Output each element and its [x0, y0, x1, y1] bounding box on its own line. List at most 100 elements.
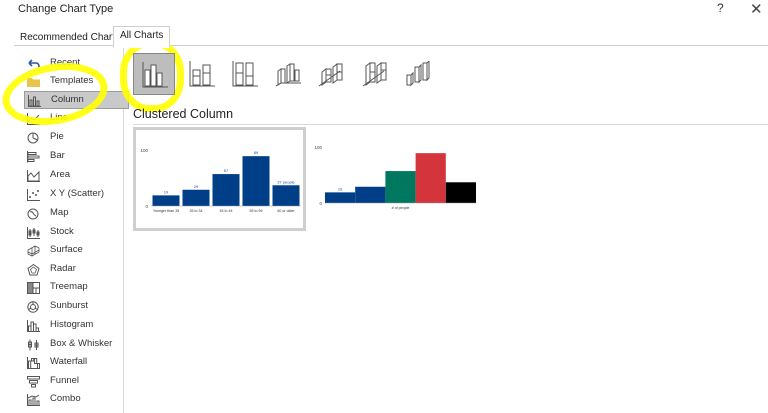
- sidebar-item-funnel[interactable]: Funnel: [24, 373, 129, 391]
- y-tick-label: 0: [145, 204, 148, 209]
- sidebar-item-bar[interactable]: Bar: [24, 148, 129, 166]
- data-label: 29: [194, 184, 199, 189]
- 3d-clustered-column-icon: [275, 63, 301, 87]
- folder-icon: [27, 78, 40, 87]
- sidebar-item-label: Line: [50, 112, 68, 123]
- subtype-3d-column[interactable]: [396, 53, 438, 95]
- bar: [242, 156, 270, 206]
- data-label: 57: [224, 168, 229, 173]
- data-label: 89: [254, 150, 259, 155]
- 3d-100-stacked-column-icon: [362, 62, 387, 87]
- sidebar-item-pie[interactable]: Pie: [24, 129, 129, 147]
- sidebar-item-radar[interactable]: Radar: [24, 261, 129, 279]
- subtype-3d-stacked-column[interactable]: [310, 53, 352, 95]
- sidebar-item-label: Area: [50, 169, 71, 180]
- 3d-column-icon: [406, 61, 430, 87]
- funnel-icon: [27, 376, 40, 388]
- sidebar-item-label: X Y (Scatter): [50, 188, 105, 199]
- sidebar-item-label: Combo: [50, 393, 81, 404]
- 100-stacked-column-icon: [232, 61, 258, 87]
- sidebar-item-label: Treemap: [50, 281, 88, 292]
- bar: [355, 186, 386, 203]
- close-button[interactable]: ✕: [750, 0, 763, 18]
- sidebar-item-surface[interactable]: Surface: [24, 242, 129, 260]
- sidebar-item-recent[interactable]: Recent: [24, 55, 129, 73]
- help-button[interactable]: ?: [717, 1, 724, 15]
- sidebar-item-label: Map: [50, 207, 69, 218]
- sidebar-item-label: Templates: [50, 75, 94, 86]
- sidebar-item-label: Radar: [50, 263, 76, 274]
- subtype-stacked-column[interactable]: [181, 53, 223, 95]
- stacked-column-icon: [189, 61, 215, 87]
- sidebar-item-label: Pie: [50, 131, 64, 142]
- sidebar-item-line[interactable]: Line: [24, 110, 129, 128]
- bar: [325, 192, 356, 203]
- sidebar-item-stock[interactable]: Stock: [24, 224, 129, 242]
- combo-chart-icon: [27, 394, 40, 406]
- x-tick-label: 45 to 44: [220, 209, 233, 213]
- sidebar-item-label: Stock: [50, 226, 74, 237]
- sidebar-item-label: Sunburst: [50, 300, 89, 311]
- y-tick-label: 100: [140, 148, 148, 153]
- data-label: 19: [338, 186, 343, 191]
- undo-arrow-icon: [28, 59, 40, 68]
- area-chart-icon: [27, 170, 40, 182]
- pie-chart-icon: [27, 132, 39, 144]
- sidebar-item-waterfall[interactable]: Waterfall: [24, 354, 129, 372]
- sidebar-item-scatter[interactable]: X Y (Scatter): [24, 186, 129, 204]
- sunburst-icon: [27, 301, 39, 313]
- sidebar-item-label: Bar: [50, 150, 65, 161]
- stock-chart-icon: [27, 227, 40, 239]
- x-tick-label: 55 to 59: [250, 209, 263, 213]
- waterfall-icon: [27, 357, 40, 369]
- sidebar-item-label: Funnel: [50, 375, 80, 386]
- y-tick-label: 0: [319, 201, 322, 206]
- sidebar-item-area[interactable]: Area: [24, 167, 129, 185]
- sidebar-item-combo[interactable]: Combo: [24, 391, 129, 409]
- y-tick-label: 100: [314, 145, 322, 150]
- x-tick-label: 35 to 34: [190, 209, 203, 213]
- sidebar-item-map[interactable]: Map: [24, 205, 129, 223]
- sidebar-item-histogram[interactable]: Histogram: [24, 317, 129, 335]
- scatter-chart-icon: [27, 189, 40, 201]
- column-chart-icon: [28, 95, 41, 107]
- sidebar-item-label: Recent: [50, 57, 81, 68]
- x-tick-label: 60 or older: [277, 209, 295, 213]
- data-label: 19: [164, 189, 169, 194]
- chart-preview-by-series[interactable]: 100 0 19 # of people: [310, 127, 483, 231]
- sidebar-item-box-whisker[interactable]: Box & Whisker: [24, 336, 129, 354]
- tab-all-charts[interactable]: All Charts: [113, 26, 171, 48]
- sidebar-item-templates[interactable]: Templates: [24, 73, 129, 91]
- bar: [385, 171, 416, 203]
- chart-preview-2-svg: 100 0 19 # of people: [314, 145, 476, 210]
- title-bar: Change Chart Type ? ✕: [0, 0, 768, 20]
- chart-preview-by-category[interactable]: 100 0 19 Younger than 35 29 35 to 34 57 45 to 4…: [133, 127, 306, 231]
- data-label: 37 people: [277, 179, 295, 184]
- sidebar-item-label: Waterfall: [50, 356, 88, 367]
- line-chart-icon: [27, 113, 40, 125]
- chart-preview-1-svg: 100 0 19 Younger than 35 29 35 to 34 57 45 to 4…: [140, 148, 301, 213]
- subtype-100-stacked-column[interactable]: [224, 53, 266, 95]
- subtype-clustered-column[interactable]: [133, 53, 175, 95]
- chart-type-sidebar: Recent Templates Column Line Pie Bar Are…: [14, 46, 129, 413]
- bar: [272, 185, 300, 206]
- subtype-3d-clustered-column[interactable]: [267, 53, 309, 95]
- sidebar-item-column[interactable]: Column: [24, 91, 129, 109]
- sidebar-item-label: Box & Whisker: [50, 338, 113, 349]
- map-icon: [27, 208, 39, 220]
- subtype-3d-100-stacked-column[interactable]: [354, 53, 396, 95]
- sidebar-item-sunburst[interactable]: Sunburst: [24, 298, 129, 316]
- sidebar-item-treemap[interactable]: Treemap: [24, 279, 129, 297]
- sidebar-item-label: Surface: [50, 244, 83, 255]
- bar: [445, 182, 476, 203]
- x-tick-label: Younger than 35: [153, 209, 179, 213]
- bar: [212, 174, 240, 206]
- bar: [182, 189, 210, 206]
- tab-recommended-charts[interactable]: Recommended Charts: [20, 29, 120, 46]
- x-tick-label: # of people: [392, 206, 410, 210]
- treemap-icon: [27, 282, 40, 294]
- section-divider: [133, 124, 768, 125]
- box-whisker-icon: [28, 339, 39, 351]
- section-title: Clustered Column: [133, 107, 234, 121]
- window-title: Change Chart Type: [18, 3, 114, 15]
